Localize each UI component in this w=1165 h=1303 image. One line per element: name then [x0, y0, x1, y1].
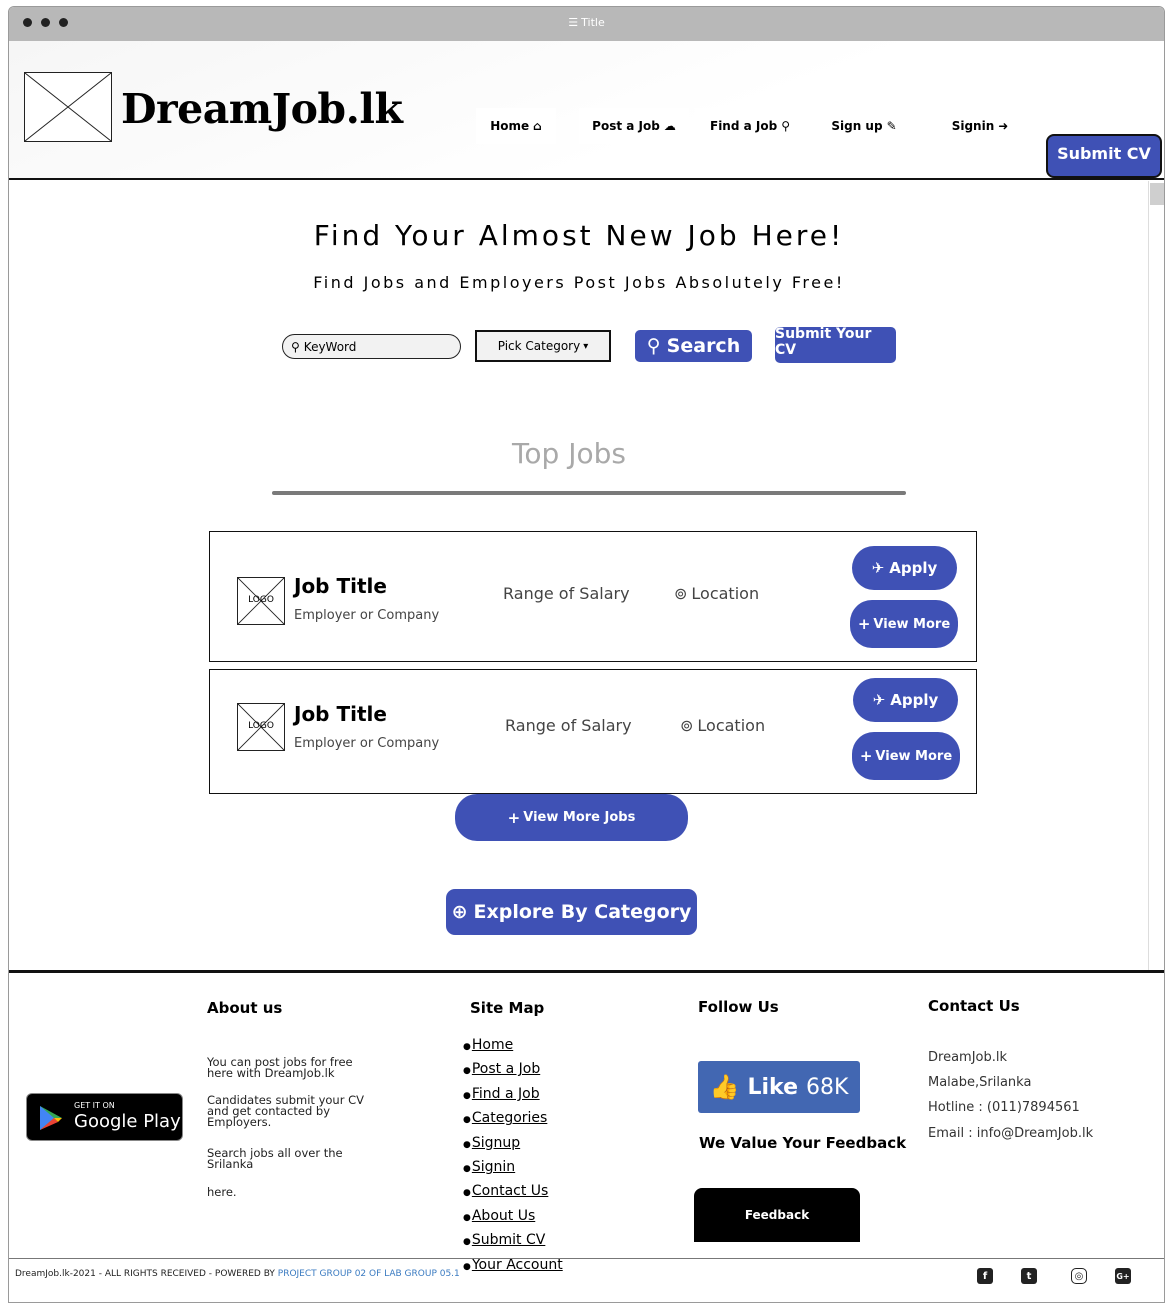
search-icon: ⚲ — [291, 339, 300, 354]
sitemap-heading: Site Map — [470, 999, 545, 1017]
submit-cv-header-button[interactable]: Submit CV — [1046, 134, 1162, 178]
view-more-jobs-button[interactable]: + View More Jobs — [455, 794, 688, 841]
google-plus-icon[interactable]: G+ — [1115, 1268, 1131, 1284]
nav-signin[interactable]: Signin ➜ — [925, 108, 1035, 144]
contact-email: Email : info@DreamJob.lk — [928, 1126, 1094, 1141]
job-card[interactable]: LOGO Job Title Employer or Company Range… — [209, 531, 977, 662]
about-text: You can post jobs for free here with Dre… — [207, 1055, 353, 1080]
contact-heading: Contact Us — [928, 997, 1020, 1015]
bottom-divider — [9, 1258, 1164, 1259]
hero-subtitle: Find Jobs and Employers Post Jobs Absolu… — [313, 273, 845, 292]
explore-by-category-button[interactable]: ⊕ Explore By Category — [446, 889, 697, 935]
plus-icon: + — [859, 747, 873, 765]
home-icon: ⌂ — [533, 119, 542, 133]
instagram-icon[interactable]: ◎ — [1071, 1268, 1087, 1284]
plus-icon: + — [507, 808, 521, 827]
company-logo: LOGO — [237, 577, 285, 625]
facebook-icon[interactable]: f — [977, 1268, 993, 1284]
hero-title: Find Your Almost New Job Here! — [313, 219, 845, 252]
paper-plane-icon: ✈ — [871, 559, 885, 577]
feedback-button[interactable]: Feedback — [694, 1188, 860, 1242]
scrollbar-thumb[interactable] — [1150, 183, 1164, 205]
sitemap-link-submit-cv[interactable]: ●Submit CV — [463, 1229, 563, 1253]
job-company: Employer or Company — [294, 608, 440, 623]
contact-name: DreamJob.lk — [928, 1050, 1008, 1065]
sitemap-link-signup[interactable]: ●Signup — [463, 1132, 563, 1156]
title-bar: ☰ Title — [9, 7, 1164, 41]
copyright: DreamJob.lk-2021 - ALL RIGHTS RECEIVED -… — [15, 1269, 460, 1279]
view-more-button[interactable]: + View More — [852, 732, 960, 780]
job-title[interactable]: Job Title — [294, 702, 387, 726]
sitemap-link-home[interactable]: ●Home — [463, 1034, 563, 1058]
sign-in-icon: ➜ — [998, 119, 1009, 133]
category-dropdown[interactable]: Pick Category ▾ — [475, 330, 611, 362]
sitemap-link-categories[interactable]: ●Categories — [463, 1107, 563, 1131]
google-play-badge[interactable]: GET IT ON Google Play — [26, 1093, 183, 1141]
browser-window: ☰ Title DreamJob.lk Home ⌂ Post a Job ☁ Fin… — [8, 6, 1165, 1303]
sitemap-link-signin[interactable]: ●Signin — [463, 1156, 563, 1180]
twitter-icon[interactable]: t — [1021, 1268, 1037, 1284]
sitemap-link-about[interactable]: ●About Us — [463, 1205, 563, 1229]
header-divider — [9, 178, 1164, 180]
caret-down-icon: ▾ — [583, 340, 589, 352]
job-company: Employer or Company — [294, 736, 440, 751]
job-title[interactable]: Job Title — [294, 574, 387, 598]
sitemap-link-find-job[interactable]: ●Find a Job — [463, 1083, 563, 1107]
apply-button[interactable]: ✈ Apply — [853, 678, 958, 722]
view-more-button[interactable]: + View More — [850, 600, 958, 648]
footer-divider — [9, 970, 1164, 973]
contact-hotline: Hotline : (011)7894561 — [928, 1100, 1080, 1115]
plus-circle-icon: ⊕ — [451, 901, 468, 923]
logo-placeholder[interactable] — [24, 72, 112, 142]
sitemap-link-post-job[interactable]: ●Post a Job — [463, 1058, 563, 1082]
location-pin-icon: ⊚ — [680, 716, 694, 735]
keyword-search-input[interactable]: ⚲ KeyWord — [282, 334, 461, 359]
scrollbar[interactable] — [1148, 181, 1164, 970]
job-location: ⊚ Location — [674, 584, 760, 603]
window-title: ☰ Title — [568, 16, 605, 29]
contact-address: Malabe,Srilanka — [928, 1075, 1032, 1090]
submit-your-cv-button[interactable]: Submit Your CV — [775, 326, 896, 363]
top-jobs-divider — [272, 491, 906, 495]
facebook-like-button[interactable]: 👍 Like 68K — [698, 1061, 860, 1113]
about-heading: About us — [207, 999, 283, 1017]
nav-home[interactable]: Home ⌂ — [476, 108, 556, 144]
brand-name[interactable]: DreamJob.lk — [121, 85, 403, 133]
search-button[interactable]: ⚲ Search — [635, 330, 752, 362]
about-text: Candidates submit your CV and get contac… — [207, 1093, 364, 1129]
location-pin-icon: ⊚ — [674, 584, 688, 603]
search-icon: ⚲ — [646, 335, 661, 357]
thumbs-up-icon: 👍 — [709, 1073, 740, 1101]
nav-sign-up[interactable]: Sign up ✎ — [809, 108, 919, 144]
about-text: Search jobs all over the Srilanka — [207, 1146, 343, 1171]
job-salary: Range of Salary — [505, 716, 632, 735]
paper-plane-icon: ✈ — [872, 691, 886, 709]
feedback-caption: We Value Your Feedback — [699, 1134, 907, 1152]
cloud-upload-icon: ☁ — [663, 119, 676, 133]
apply-button[interactable]: ✈ Apply — [852, 546, 957, 590]
about-text: here. — [207, 1185, 237, 1199]
job-salary: Range of Salary — [503, 584, 630, 603]
menu-icon: ☰ — [568, 16, 579, 29]
sitemap-list: ●Home ●Post a Job ●Find a Job ●Categorie… — [463, 1034, 563, 1278]
nav-post-job[interactable]: Post a Job ☁ — [579, 108, 689, 144]
project-group-link[interactable]: PROJECT GROUP 02 OF LAB GROUP 05.1 — [278, 1269, 460, 1279]
nav-find-job[interactable]: Find a Job ⚲ — [695, 108, 805, 144]
search-icon: ⚲ — [781, 119, 790, 133]
google-play-icon — [40, 1106, 62, 1130]
company-logo: LOGO — [237, 703, 285, 751]
plus-icon: + — [857, 615, 871, 633]
edit-icon: ✎ — [886, 119, 897, 133]
job-location: ⊚ Location — [680, 716, 766, 735]
job-card[interactable]: LOGO Job Title Employer or Company Range… — [209, 669, 977, 794]
follow-heading: Follow Us — [698, 998, 779, 1016]
top-jobs-heading: Top Jobs — [512, 437, 626, 470]
sitemap-link-contact[interactable]: ●Contact Us — [463, 1180, 563, 1204]
